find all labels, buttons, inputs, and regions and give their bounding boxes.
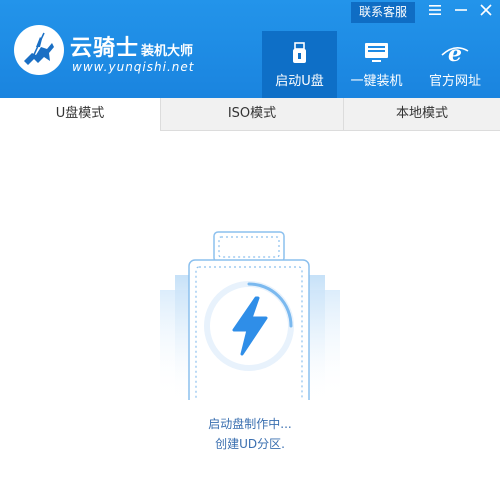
- menu-icon[interactable]: [426, 3, 444, 21]
- contact-support-button[interactable]: 联系客服: [351, 2, 415, 23]
- nav-usb-boot[interactable]: 启动U盘: [262, 31, 337, 98]
- usb-icon: [262, 41, 337, 65]
- mode-tabs: U盘模式 ISO模式 本地模式: [0, 98, 500, 131]
- header-bar: 云骑士 装机大师 www.yunqishi.net 联系客服 启动U盘 一键装机…: [0, 0, 500, 98]
- brand-subtitle: 装机大师: [141, 44, 194, 59]
- app-window: 云骑士 装机大师 www.yunqishi.net 联系客服 启动U盘 一键装机…: [0, 0, 500, 478]
- browser-e-icon: e: [416, 41, 494, 67]
- nav-label: 一键装机: [350, 74, 403, 89]
- progress-status-line: 启动盘制作中...: [208, 417, 292, 431]
- svg-text:e: e: [448, 41, 462, 65]
- close-icon[interactable]: [477, 3, 495, 21]
- minimize-icon[interactable]: [452, 3, 470, 21]
- nav-one-click-install[interactable]: 一键装机: [339, 31, 414, 98]
- tab-local-mode[interactable]: 本地模式: [344, 98, 500, 130]
- tab-usb-mode[interactable]: U盘模式: [0, 98, 161, 131]
- brand-url: www.yunqishi.net: [72, 60, 195, 74]
- nav-official-website[interactable]: e 官方网址: [416, 31, 494, 98]
- usb-progress-illustration: [150, 220, 350, 413]
- brand: 云骑士 装机大师: [70, 30, 193, 62]
- brand-name: 云骑士: [70, 35, 140, 61]
- nav-label: 启动U盘: [275, 74, 324, 89]
- knight-logo-icon: [14, 25, 64, 75]
- tab-iso-mode[interactable]: ISO模式: [161, 98, 344, 130]
- progress-detail-line: 创建UD分区.: [215, 437, 285, 451]
- monitor-icon: [339, 41, 414, 65]
- nav-label: 官方网址: [428, 74, 481, 89]
